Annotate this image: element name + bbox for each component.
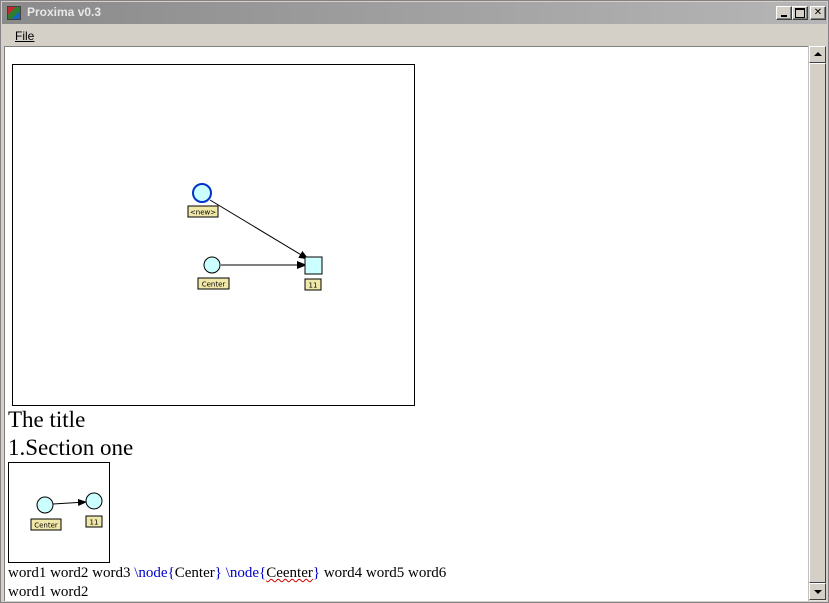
- node-new-label: <new>: [190, 209, 216, 217]
- edge-new-to-11[interactable]: [209, 199, 309, 260]
- document-text-line[interactable]: word1 word2: [8, 584, 88, 601]
- menu-file[interactable]: File: [15, 29, 34, 43]
- document-text-line[interactable]: word1 word2 word3 \node{Center} \node{Ce…: [8, 565, 446, 582]
- thumbnail-svg: Center 11: [30, 492, 103, 531]
- node-argument: Center: [174, 565, 215, 581]
- minimize-button[interactable]: [776, 6, 792, 20]
- node-11-label: 11: [309, 282, 318, 290]
- menu-bar: File: [2, 25, 827, 45]
- app-icon: [7, 6, 21, 20]
- scroll-up-arrow-icon[interactable]: [809, 46, 826, 63]
- title-bar[interactable]: Proxima v0.3 ✕: [2, 2, 827, 24]
- thumb-node-11: [85, 492, 103, 510]
- node-center-label: Center: [202, 281, 226, 289]
- thumb-node-center: [36, 496, 54, 514]
- node-new[interactable]: [192, 183, 212, 203]
- misspelled-node-argument: Ceenter: [266, 565, 313, 581]
- plain-text: word1 word2 word3: [8, 565, 135, 581]
- document-area[interactable]: <new> Center 11 The title 1.Section one: [4, 46, 808, 601]
- node-command: \node: [134, 565, 168, 581]
- brace-close: }: [214, 565, 222, 581]
- scroll-down-arrow-icon[interactable]: [809, 583, 826, 600]
- thumb-node-center-label: Center: [34, 522, 58, 530]
- close-button[interactable]: ✕: [810, 6, 826, 20]
- graph-svg: <new> Center 11: [187, 183, 323, 291]
- node-command: \node: [225, 565, 260, 581]
- node-center[interactable]: [203, 256, 221, 274]
- brace-close: }: [312, 565, 321, 581]
- graph-thumbnail[interactable]: Center 11: [8, 462, 110, 563]
- document-title[interactable]: The title: [8, 407, 85, 433]
- brace-open: {: [167, 565, 175, 581]
- vertical-scrollbar[interactable]: [808, 46, 826, 601]
- section-heading[interactable]: 1.Section one: [8, 435, 133, 461]
- thumb-node-11-label: 11: [90, 519, 99, 527]
- app-window: Proxima v0.3 ✕ File <new> Center 11 The …: [0, 0, 829, 603]
- graph-canvas[interactable]: <new> Center 11: [12, 64, 415, 406]
- thumb-edge-center-to-11: [52, 498, 87, 506]
- scrollbar-thumb[interactable]: [809, 63, 826, 583]
- window-title: Proxima v0.3: [27, 5, 102, 19]
- node-11[interactable]: [304, 256, 323, 275]
- plain-text: word4 word5 word6: [320, 565, 447, 581]
- maximize-button[interactable]: [792, 6, 808, 20]
